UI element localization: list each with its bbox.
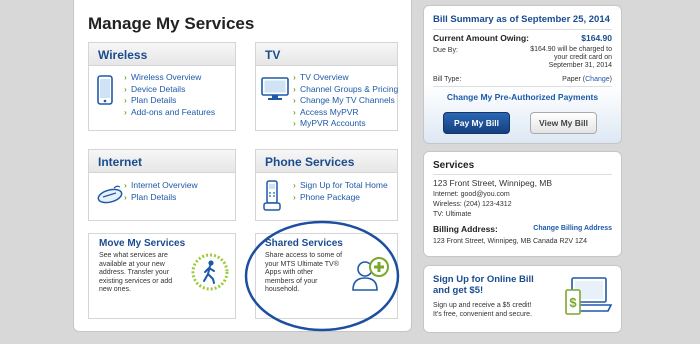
walking-person-icon	[191, 253, 229, 291]
add-ons-link[interactable]: Add-ons and Features	[124, 107, 215, 119]
total-home-phone-link[interactable]: Sign Up for Total Home	[293, 180, 388, 192]
preauth-payments-link[interactable]: Change My Pre-Authorized Payments	[424, 92, 621, 102]
bill-summary-panel: Bill Summary as of September 25, 2014 Cu…	[423, 5, 622, 144]
internet-service: Internet: good@you.com	[433, 191, 510, 198]
phone-services-card-title: Phone Services	[256, 150, 397, 173]
tv-card: TV TV Overview Channel Groups & Pricing …	[255, 42, 398, 131]
smartphone-icon	[97, 75, 113, 105]
page-title: Manage My Services	[88, 14, 255, 33]
change-billing-address-link[interactable]: Change Billing Address	[533, 225, 612, 232]
shared-services-text-line: members of your	[265, 277, 318, 285]
channel-groups-link[interactable]: Channel Groups & Pricing	[293, 84, 398, 96]
internet-card: Internet Internet Overview Plan Details	[88, 149, 236, 221]
shared-services-text-line: household.	[265, 286, 300, 294]
wireless-card-title: Wireless	[89, 43, 235, 66]
bill-type-value-row: Paper (Change)	[562, 76, 612, 83]
bill-type-label: Bill Type:	[433, 76, 462, 83]
tv-card-title: TV	[256, 43, 397, 66]
manage-services-panel: Manage My Services Wireless Wireless Ove…	[73, 0, 412, 332]
laptop-dollar-icon: $	[565, 277, 613, 315]
wireless-overview-link[interactable]: Wireless Overview	[124, 72, 215, 84]
move-services-text-line: existing services or add	[99, 277, 173, 285]
tv-icon	[261, 77, 289, 100]
billing-address-label: Billing Address:	[433, 224, 498, 234]
bill-type-value: Paper	[562, 76, 581, 83]
wireless-card: Wireless Wireless Overview Device Detail…	[88, 42, 236, 131]
phone-package-link[interactable]: Phone Package	[293, 192, 388, 204]
online-bill-title-line: and get $5!	[433, 285, 484, 296]
change-tv-channels-link[interactable]: Change My TV Channels	[293, 95, 398, 107]
move-services-title: Move My Services	[99, 238, 186, 249]
due-by-label: Due By:	[433, 47, 458, 54]
shared-services-title: Shared Services	[265, 238, 343, 249]
change-bill-type-link[interactable]: Change	[585, 76, 610, 83]
add-member-icon	[352, 257, 389, 291]
tv-overview-link[interactable]: TV Overview	[293, 72, 398, 84]
move-services-text-line: available at your new	[99, 260, 165, 268]
move-services-card[interactable]: Move My Services See what services are a…	[88, 233, 236, 319]
move-services-text-line: new ones.	[99, 286, 131, 294]
due-by-line: September 31, 2014	[548, 62, 612, 69]
mypvr-accounts-link[interactable]: MyPVR Accounts	[293, 118, 398, 130]
service-address: 123 Front Street, Winnipeg, MB	[433, 178, 553, 188]
services-panel: Services 123 Front Street, Winnipeg, MB …	[423, 151, 622, 257]
wireless-service: Wireless: (204) 123-4312	[433, 201, 512, 208]
modem-icon	[97, 185, 123, 204]
shared-services-card[interactable]: Shared Services Share access to some of …	[255, 233, 398, 319]
tv-service: TV: Ultimate	[433, 211, 472, 218]
phone-services-card: Phone Services Sign Up for Total Home Ph…	[255, 149, 398, 221]
svg-text:$: $	[569, 295, 577, 310]
online-bill-text-line: It's free, convenient and secure.	[433, 311, 533, 318]
device-details-link[interactable]: Device Details	[124, 84, 215, 96]
phone-package-label: Phone Package	[300, 191, 361, 202]
due-by-line: your credit card on	[554, 54, 612, 61]
pay-my-bill-button[interactable]: Pay My Bill	[443, 112, 510, 134]
online-bill-panel[interactable]: Sign Up for Online Bill and get $5! Sign…	[423, 265, 622, 333]
wireless-plan-details-link[interactable]: Plan Details	[124, 95, 215, 107]
bill-summary-title: Bill Summary as of September 25, 2014	[433, 14, 610, 25]
current-amount-value: $164.90	[581, 33, 612, 43]
shared-services-text-line: Share access to some of	[265, 252, 343, 259]
move-services-text-line: address. Transfer your	[99, 269, 170, 277]
services-title: Services	[433, 160, 475, 171]
shared-services-text-line: your MTS Ultimate TV®	[265, 260, 339, 268]
internet-overview-link[interactable]: Internet Overview	[124, 180, 198, 192]
current-amount-label: Current Amount Owing:	[433, 33, 530, 43]
view-my-bill-button[interactable]: View My Bill	[530, 112, 597, 134]
billing-address: 123 Front Street, Winnipeg, MB Canada R2…	[433, 238, 588, 245]
move-services-text-line: See what services are	[99, 252, 168, 259]
cordless-phone-icon	[263, 180, 281, 211]
internet-card-title: Internet	[89, 150, 235, 173]
shared-services-text-line: Apps with other	[265, 269, 314, 277]
online-bill-title-line: Sign Up for Online Bill	[433, 274, 534, 285]
internet-plan-details-link[interactable]: Plan Details	[124, 192, 198, 204]
due-by-line: $164.90 will be charged to	[530, 46, 612, 53]
access-mypvr-link[interactable]: Access MyPVR	[293, 107, 398, 119]
online-bill-text-line: Sign up and receive a $5 credit!	[433, 302, 532, 309]
